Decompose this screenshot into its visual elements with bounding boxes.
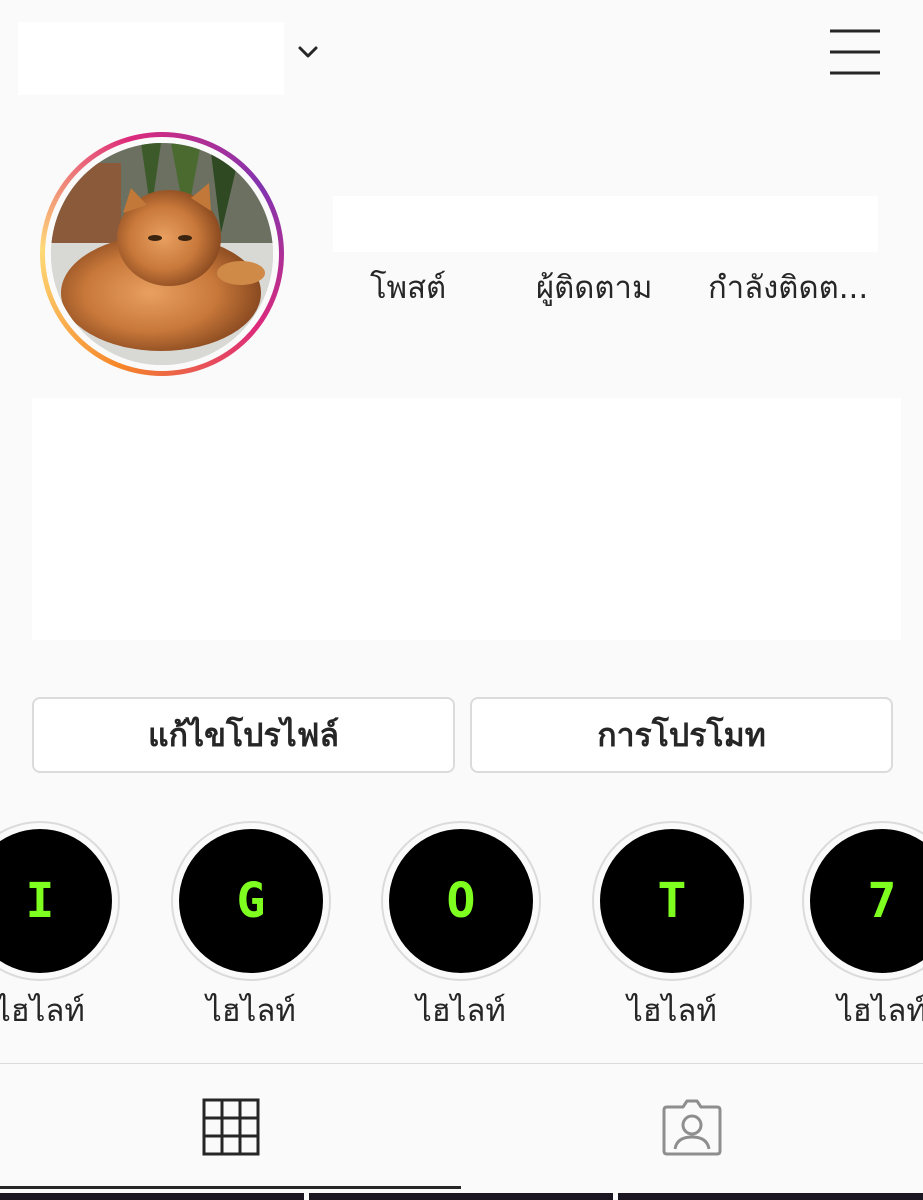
profile-page: โพสต์ ผู้ติดตาม กำลังติดต... แก้ไขโปรไฟล… [0, 0, 923, 1200]
following-stat[interactable]: กำลังติดต... [708, 262, 868, 312]
promote-button[interactable]: การโปรโมท [470, 697, 893, 773]
highlight-label: ไฮไลท์ [837, 993, 923, 1029]
posts-stat[interactable]: โพสต์ [370, 262, 446, 312]
chevron-down-icon [298, 46, 318, 58]
post-thumbnail[interactable] [309, 1193, 613, 1200]
tab-tagged[interactable] [461, 1064, 923, 1190]
account-switcher-button[interactable] [294, 38, 322, 66]
story-highlight[interactable]: T ไฮไลท์ [590, 821, 754, 1035]
story-highlight[interactable]: I ไฮไลท์ [0, 821, 122, 1035]
active-tab-indicator [0, 1186, 461, 1189]
highlight-label: ไฮไลท์ [0, 993, 85, 1029]
menu-button[interactable] [826, 26, 884, 78]
story-highlight[interactable]: 7 ไฮไลท์ [800, 821, 923, 1035]
followers-stat[interactable]: ผู้ติดตาม [536, 262, 652, 312]
highlight-cover-letter: 7 [867, 873, 897, 929]
highlight-cover-letter: O [446, 873, 476, 929]
edit-profile-button[interactable]: แก้ไขโปรไฟล์ [32, 697, 455, 773]
highlight-label: ไฮไลท์ [206, 993, 296, 1029]
post-thumbnail[interactable] [0, 1193, 304, 1200]
username[interactable] [18, 22, 284, 95]
highlight-cover-letter: G [236, 873, 266, 929]
tab-posts-grid[interactable] [0, 1064, 461, 1190]
highlight-cover-letter: T [657, 873, 687, 929]
post-thumbnail[interactable] [618, 1193, 923, 1200]
bio [32, 398, 901, 640]
display-name [333, 196, 878, 252]
highlight-cover-letter: I [25, 873, 55, 929]
story-highlight[interactable]: O ไฮไลท์ [379, 821, 543, 1035]
grid-icon [202, 1098, 259, 1156]
story-highlight[interactable]: G ไฮไลท์ [169, 821, 333, 1035]
highlight-label: ไฮไลท์ [416, 993, 506, 1029]
hamburger-menu-icon [830, 29, 880, 75]
tagged-person-icon [662, 1099, 722, 1156]
profile-avatar[interactable] [40, 132, 284, 376]
avatar-cat-photo [51, 143, 273, 365]
highlight-label: ไฮไลท์ [627, 993, 717, 1029]
